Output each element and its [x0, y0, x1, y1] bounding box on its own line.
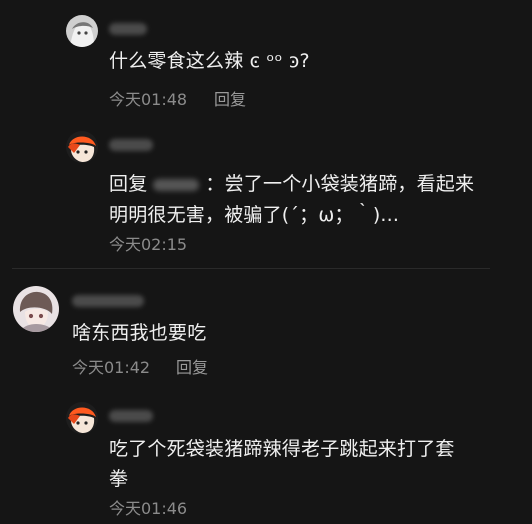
divider [12, 268, 490, 269]
reply-button[interactable]: 回复 [176, 358, 208, 378]
username[interactable] [72, 295, 144, 307]
comment-text: ：尝了一个小袋装猪蹄，看起来 [205, 173, 475, 195]
avatar-anime-boy-icon [13, 286, 59, 332]
avatar-grey-anime-icon [66, 15, 98, 47]
comment-text: 啥东西我也要吃 [72, 322, 207, 344]
avatar[interactable] [66, 402, 98, 434]
comment-text: 吃了个死袋装猪蹄辣得老子跳起来打了套 [109, 438, 455, 460]
reply-button[interactable]: 回复 [214, 90, 246, 110]
comment-text: 拳 [109, 468, 129, 490]
timestamp: 今天02:15 [109, 235, 188, 254]
username[interactable] [109, 410, 153, 422]
username[interactable] [109, 23, 147, 35]
avatar[interactable] [66, 131, 98, 163]
timestamp: 今天01:42 [72, 358, 151, 377]
comment-text: 明明很无害，被骗了(´；ω；｀)... [109, 204, 400, 226]
reply-text-line: 回复 ：尝了一个小袋装猪蹄，看起来 [109, 171, 474, 197]
comment-text: 什么零食这么辣 ͼ ᵒᵒ ͽ? [109, 50, 310, 72]
avatar[interactable] [66, 15, 98, 47]
avatar[interactable] [13, 286, 59, 332]
username[interactable] [109, 139, 153, 151]
timestamp: 今天01:48 [109, 90, 188, 109]
reply-prefix: 回复 [109, 173, 148, 195]
mentioned-username[interactable] [153, 178, 200, 191]
timestamp: 今天01:46 [109, 499, 188, 518]
avatar-orange-hair-icon [66, 402, 98, 434]
avatar-orange-hair-icon [66, 131, 98, 163]
